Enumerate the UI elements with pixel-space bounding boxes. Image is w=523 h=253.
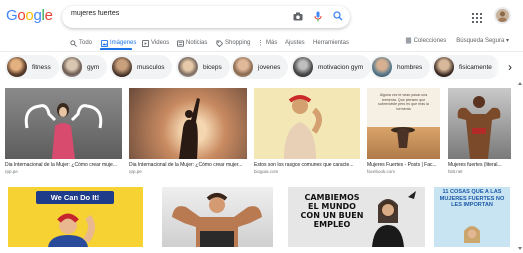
chip-thumbnail bbox=[233, 57, 253, 77]
result-source: rpp.pe bbox=[129, 169, 142, 174]
result-thumbnail: Alguna vez te vean pasar una tormenta. Q… bbox=[367, 88, 440, 159]
image-result[interactable] bbox=[162, 187, 273, 247]
image-result[interactable]: Dia Internacional de la Mujer: ¿Cómo cre… bbox=[5, 88, 122, 174]
news-icon bbox=[177, 39, 184, 47]
tab-label: Shopping bbox=[225, 40, 251, 46]
result-thumbnail bbox=[5, 88, 122, 159]
chip-label: gym bbox=[87, 63, 100, 71]
tab-label: Herramientas bbox=[313, 40, 350, 46]
more-icon: ⋮ bbox=[257, 39, 264, 47]
result-thumbnail bbox=[448, 88, 511, 159]
image-result[interactable]: Dia Internacional de la Mujer: ¿Cómo cre… bbox=[129, 88, 247, 174]
chip-hombres[interactable]: hombres bbox=[370, 55, 431, 79]
tab-label: Más bbox=[266, 40, 278, 46]
chip-thumbnail bbox=[112, 57, 132, 77]
chip-fitness[interactable]: fitness bbox=[5, 55, 59, 79]
apps-grid-icon[interactable] bbox=[472, 10, 482, 23]
chip-label: biceps bbox=[203, 63, 222, 71]
result-thumbnail: 11 COSAS QUE A LAS MUJERES FUERTES NO LE… bbox=[434, 187, 510, 247]
active-tab-indicator bbox=[100, 48, 132, 50]
image-result[interactable]: We Can Do It! bbox=[8, 187, 143, 247]
scroll-down-arrow[interactable] bbox=[518, 247, 522, 250]
image-result[interactable]: Estos son los rasgos comunes que caracte… bbox=[254, 88, 360, 174]
chip-label: fitness bbox=[32, 63, 51, 71]
microphone-icon[interactable] bbox=[312, 10, 324, 22]
image-result[interactable]: CAMBIEMOS EL MUNDO CON UN BUEN EMPLEO bbox=[288, 187, 425, 247]
search-box[interactable] bbox=[62, 6, 350, 28]
result-caption: Dia Internacional de la Mujer: ¿Cómo cre… bbox=[5, 162, 117, 168]
tab-label: Noticias bbox=[186, 40, 208, 46]
result-source: hiitt.net bbox=[448, 169, 463, 174]
bookmark-icon bbox=[405, 37, 411, 44]
tab-shopping[interactable]: Shopping bbox=[216, 37, 250, 49]
chip-label: hombres bbox=[397, 63, 423, 71]
tab-herramientas[interactable]: Herramientas bbox=[313, 37, 349, 49]
logo-letter: g bbox=[33, 7, 42, 24]
tab-label: Todo bbox=[79, 40, 93, 46]
result-source: facebook.com bbox=[367, 169, 396, 174]
result-source: bioguia.com bbox=[254, 169, 279, 174]
chips-next-button[interactable]: › bbox=[501, 57, 519, 77]
result-thumbnail bbox=[162, 187, 273, 247]
chip-thumbnail bbox=[62, 57, 82, 77]
result-thumbnail: We Can Do It! bbox=[8, 187, 143, 247]
image-result[interactable]: 11 COSAS QUE A LAS MUJERES FUERTES NO LE… bbox=[434, 187, 510, 247]
image-result[interactable]: Alguna vez te vean pasar una tormenta. Q… bbox=[367, 88, 440, 174]
result-caption: Estos son los rasgos comunes que caracte… bbox=[254, 162, 354, 168]
result-caption: Mujeres Fuertes - Posts | Fac... bbox=[367, 162, 437, 168]
collections-link[interactable]: Colecciones bbox=[405, 37, 447, 44]
related-chips: fitness gym musculos biceps jovenes moti… bbox=[0, 55, 523, 81]
chip-thumbnail bbox=[434, 57, 454, 77]
google-logo[interactable]: Google bbox=[6, 7, 53, 24]
image-result[interactable]: Mujeres fuertes (literal... hiitt.net bbox=[448, 88, 511, 174]
result-thumbnail bbox=[129, 88, 247, 159]
tab-todo[interactable]: Todo bbox=[70, 37, 92, 49]
result-thumbnail: CAMBIEMOS EL MUNDO CON UN BUEN EMPLEO bbox=[288, 187, 425, 247]
tag-icon bbox=[216, 39, 223, 47]
tab-label: Videos bbox=[151, 40, 170, 46]
chevron-right-icon: › bbox=[508, 60, 512, 74]
chip-musculos[interactable]: musculos bbox=[110, 55, 173, 79]
search-icon[interactable] bbox=[332, 10, 344, 22]
chip-thumbnail bbox=[7, 57, 27, 77]
chip-jovenes[interactable]: jovenes bbox=[231, 55, 289, 79]
chip-thumbnail bbox=[372, 57, 392, 77]
chip-motivacion-gym[interactable]: motivacion gym bbox=[291, 55, 372, 79]
result-caption: Mujeres fuertes (literal... bbox=[448, 162, 502, 168]
tab-noticias[interactable]: Noticias bbox=[177, 37, 207, 49]
tab-label: Imágenes bbox=[110, 40, 137, 46]
chip-label: jovenes bbox=[258, 63, 281, 71]
chip-gym[interactable]: gym bbox=[60, 55, 108, 79]
chip-label: musculos bbox=[137, 63, 165, 71]
camera-icon[interactable] bbox=[292, 10, 304, 22]
image-icon bbox=[101, 39, 108, 47]
chip-label: motivacion gym bbox=[318, 63, 364, 71]
header: Google bbox=[0, 0, 523, 34]
result-caption: Dia Internacional de la Mujer: ¿Cómo cre… bbox=[129, 162, 243, 168]
account-avatar[interactable] bbox=[494, 7, 511, 24]
chip-thumbnail bbox=[293, 57, 313, 77]
logo-letter: e bbox=[44, 7, 53, 24]
search-icon bbox=[70, 39, 77, 47]
collections-label: Colecciones bbox=[413, 37, 447, 44]
chip-label: fisicamente bbox=[459, 63, 492, 71]
tab-ajustes[interactable]: Ajustes bbox=[285, 37, 305, 49]
search-input[interactable] bbox=[71, 10, 271, 17]
tab-mas[interactable]: ⋮ Más bbox=[257, 37, 277, 49]
logo-letter: G bbox=[6, 7, 18, 24]
chip-fisicamente[interactable]: fisicamente bbox=[432, 55, 500, 79]
chip-thumbnail bbox=[178, 57, 198, 77]
video-icon bbox=[142, 39, 149, 47]
result-source: rpp.pe bbox=[5, 169, 18, 174]
tab-videos[interactable]: Videos bbox=[142, 37, 169, 49]
scroll-up-arrow[interactable] bbox=[518, 82, 522, 85]
tab-label: Ajustes bbox=[285, 40, 305, 46]
search-tabs: Todo Imágenes Videos Noticias Shopping ⋮… bbox=[0, 34, 523, 52]
safe-search-dropdown[interactable]: Búsqueda Segura ▾ bbox=[456, 37, 509, 44]
result-thumbnail bbox=[254, 88, 360, 159]
chip-biceps[interactable]: biceps bbox=[176, 55, 230, 79]
